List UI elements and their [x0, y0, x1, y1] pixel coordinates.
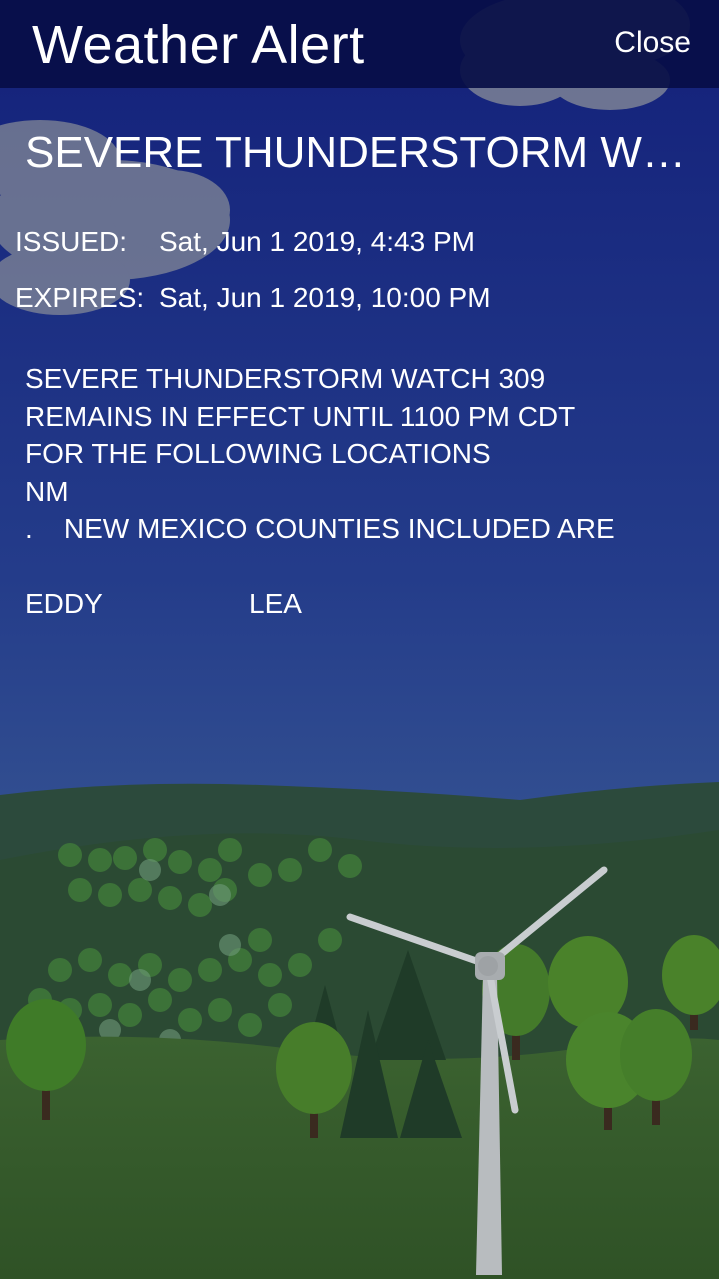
app-title: Weather Alert	[32, 15, 365, 75]
header-bar: Weather Alert Close	[0, 0, 719, 88]
issued-row: ISSUED: Sat, Jun 1 2019, 4:43 PM	[15, 226, 475, 258]
alert-body: SEVERE THUNDERSTORM WATCH 309 REMAINS IN…	[25, 360, 695, 623]
alert-title: SEVERE THUNDERSTORM W…	[25, 128, 686, 177]
issued-value: Sat, Jun 1 2019, 4:43 PM	[159, 226, 475, 257]
county-eddy: EDDY	[25, 588, 103, 619]
county-list: EDDY LEA	[25, 585, 695, 623]
alert-body-line: REMAINS IN EFFECT UNTIL 1100 PM CDT	[25, 400, 576, 432]
issued-label: ISSUED:	[15, 226, 128, 257]
expires-row: EXPIRES: Sat, Jun 1 2019, 10:00 PM	[15, 282, 491, 314]
alert-body-line: . NEW MEXICO COUNTIES INCLUDED ARE	[25, 513, 615, 544]
expires-label: EXPIRES:	[15, 282, 145, 313]
alert-body-line: FOR THE FOLLOWING LOCATIONS	[25, 438, 491, 469]
close-button[interactable]: Close	[614, 26, 691, 60]
alert-body-line: SEVERE THUNDERSTORM WATCH 309	[25, 363, 546, 394]
background-landscape	[0, 0, 719, 1279]
county-lea: LEA	[249, 588, 302, 619]
alert-body-line: NM	[25, 475, 69, 507]
expires-value: Sat, Jun 1 2019, 10:00 PM	[159, 282, 491, 313]
